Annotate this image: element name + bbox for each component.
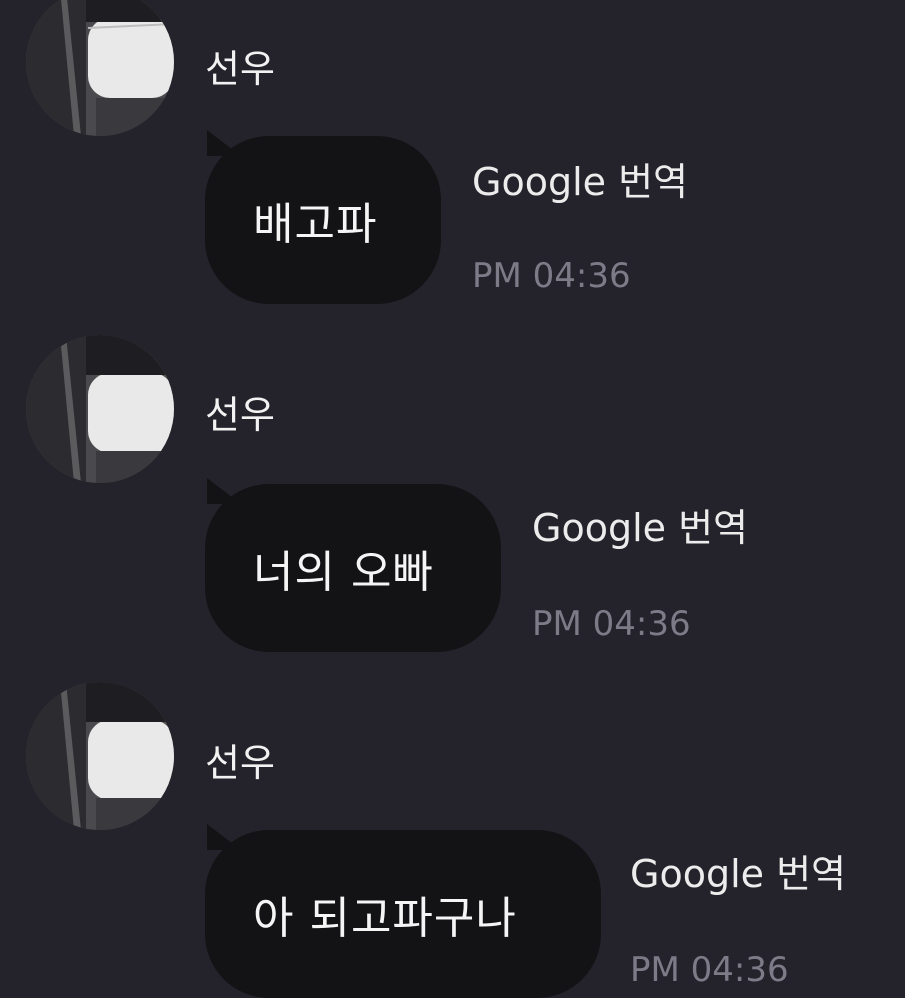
message-timestamp: PM 04:36 bbox=[630, 950, 789, 990]
message-bubble[interactable]: 배고파 bbox=[205, 130, 441, 304]
google-translate-link[interactable]: Google 번역 bbox=[532, 506, 748, 550]
chat-message-list[interactable]: 선우 배고파 Google 번역 PM 04:36 선우 너의 오빠 Googl… bbox=[0, 0, 905, 998]
message-timestamp: PM 04:36 bbox=[532, 604, 691, 644]
profile-photo-icon bbox=[26, 335, 174, 483]
sender-name: 선우 bbox=[205, 47, 275, 91]
profile-photo-icon bbox=[26, 0, 174, 136]
sender-name: 선우 bbox=[205, 393, 275, 437]
message-bubble[interactable]: 아 되고파구나 bbox=[205, 824, 601, 998]
sender-avatar[interactable] bbox=[26, 335, 174, 483]
google-translate-link[interactable]: Google 번역 bbox=[630, 852, 846, 896]
sender-name: 선우 bbox=[205, 741, 275, 785]
message-text: 배고파 bbox=[253, 199, 378, 250]
message-timestamp: PM 04:36 bbox=[472, 256, 631, 296]
google-translate-link[interactable]: Google 번역 bbox=[472, 160, 688, 204]
message-text: 너의 오빠 bbox=[253, 547, 434, 598]
message-bubble[interactable]: 너의 오빠 bbox=[205, 478, 501, 652]
profile-photo-icon bbox=[26, 682, 174, 830]
message-text: 아 되고파구나 bbox=[253, 893, 517, 944]
sender-avatar[interactable] bbox=[26, 682, 174, 830]
sender-avatar[interactable] bbox=[26, 0, 174, 136]
